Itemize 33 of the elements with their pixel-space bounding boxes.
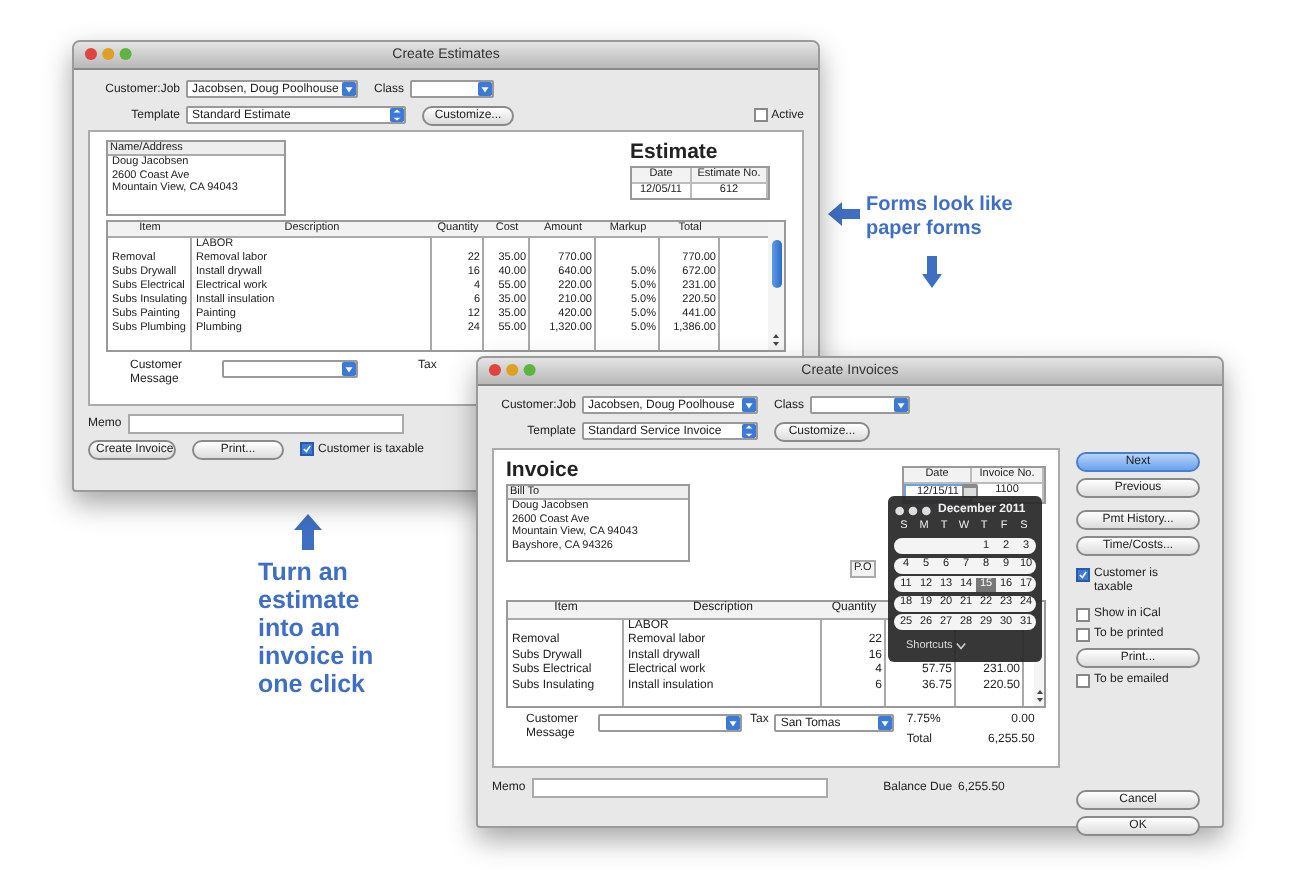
dropdown-arrow-icon [894, 398, 909, 412]
callout-text: Turn an estimate into an invoice in one click [258, 558, 376, 698]
window-controls-icon[interactable] [488, 362, 540, 378]
taxable-checkbox[interactable] [300, 442, 314, 456]
class-dropdown[interactable] [810, 396, 911, 414]
memo-field[interactable] [531, 777, 828, 797]
dropdown-arrow-icon [390, 108, 404, 122]
class-dropdown[interactable] [410, 80, 495, 98]
window-controls-icon[interactable] [84, 46, 136, 62]
caret-icon [956, 642, 967, 650]
up-arrow-icon [294, 514, 322, 550]
dropdown-arrow-icon [726, 716, 740, 730]
down-arrow-icon [922, 256, 942, 288]
dropdown-arrow-icon [342, 82, 356, 96]
customer-message-dropdown[interactable] [598, 714, 742, 732]
left-arrow-icon [828, 202, 860, 226]
checkbox[interactable] [1076, 674, 1090, 688]
callout-text: Forms look like paper forms [866, 194, 1015, 242]
dropdown-arrow-icon [742, 398, 756, 412]
memo-field[interactable] [127, 413, 404, 433]
customer-message-dropdown[interactable] [222, 360, 358, 378]
checkbox[interactable] [1076, 628, 1090, 642]
dropdown-arrow-icon [742, 424, 756, 438]
dropdown-arrow-icon [478, 82, 493, 96]
dropdown-arrow-icon [878, 716, 893, 730]
navigation-dots-icon[interactable] [894, 505, 932, 515]
checkbox[interactable] [1076, 568, 1090, 582]
form-title: Invoice [506, 458, 581, 484]
checkbox[interactable] [1076, 608, 1090, 622]
active-checkbox[interactable] [753, 108, 768, 122]
form-title: Estimate [630, 140, 718, 166]
dropdown-arrow-icon [342, 362, 356, 376]
scroll-bar[interactable] [768, 222, 784, 350]
